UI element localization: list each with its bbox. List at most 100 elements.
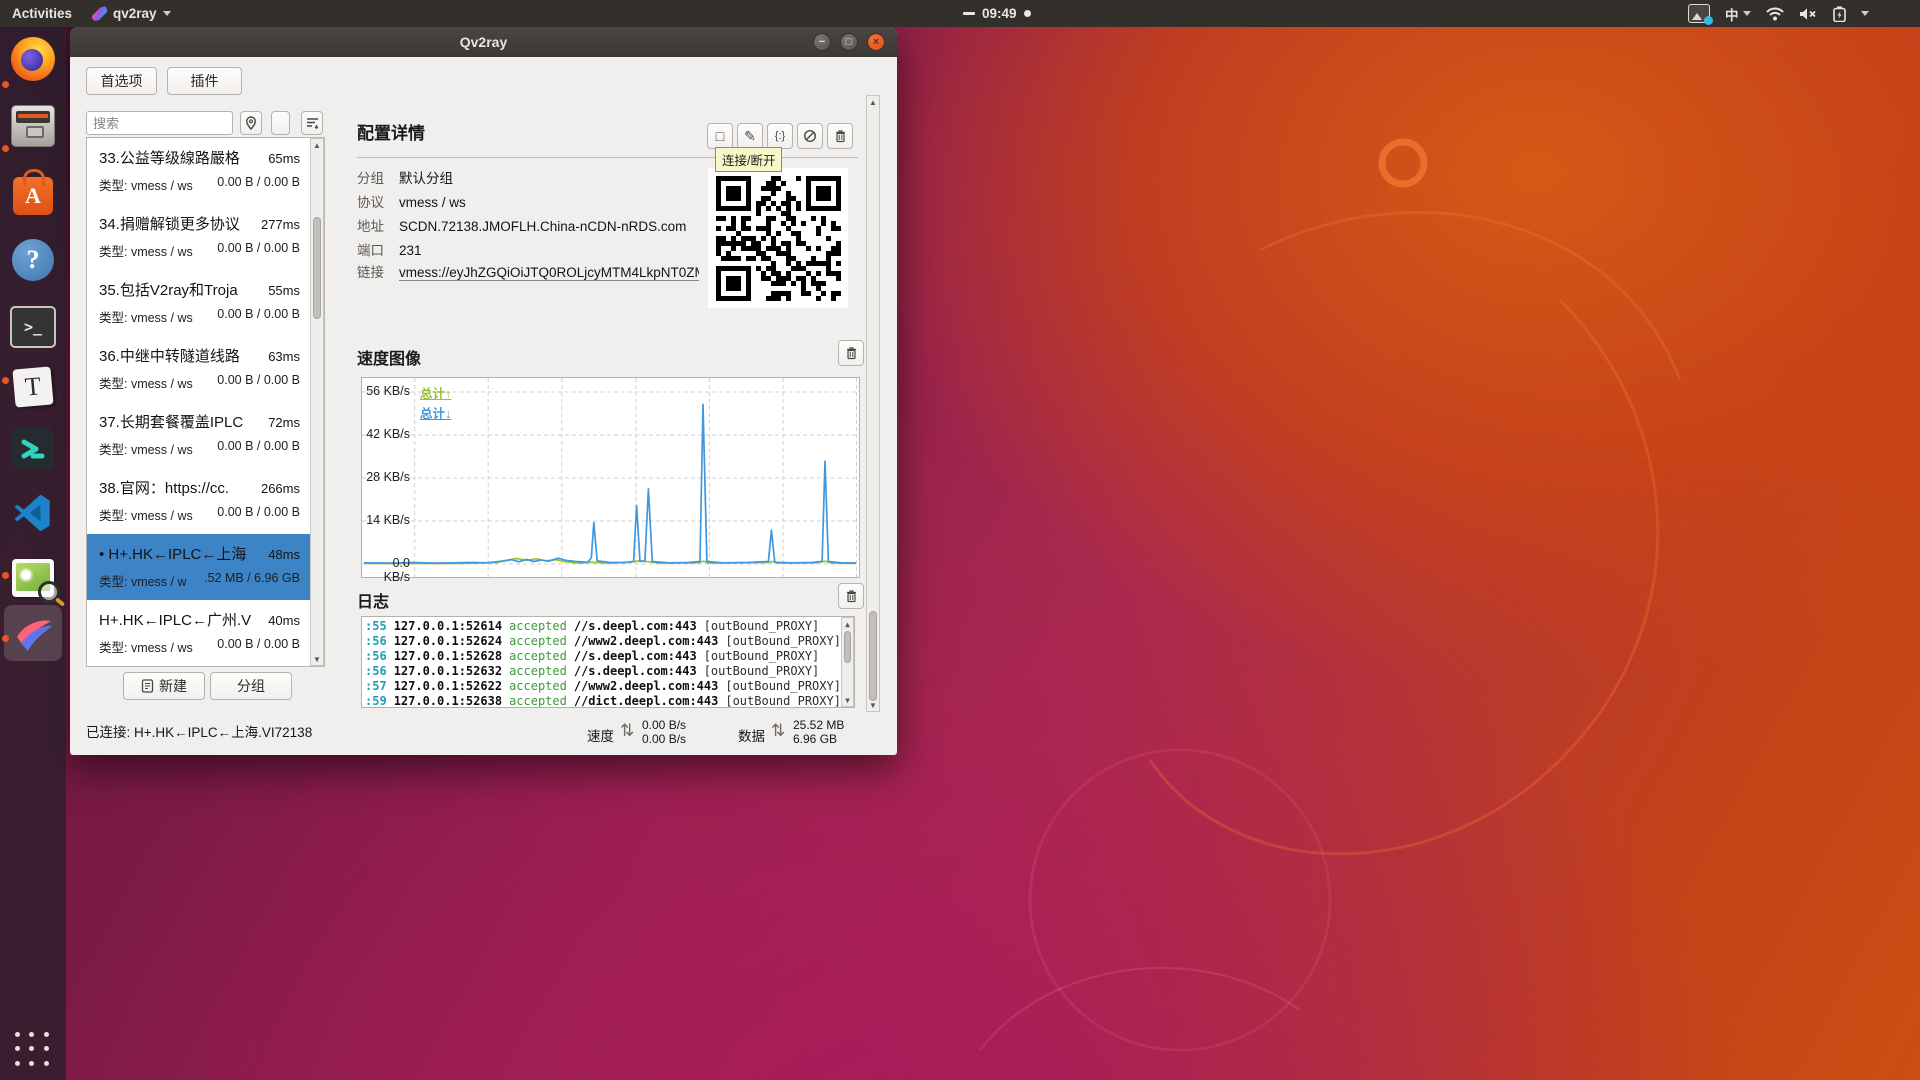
qv2ray-icon [11,611,55,655]
log-output: :55127.0.0.1:52614accepted//s.deepl.com:… [361,616,855,708]
data-values: 25.52 MB 6.96 GB [793,718,844,746]
minimize-button[interactable]: − [813,33,831,51]
dock-item-terminal[interactable]: >_ [9,303,57,351]
plugins-button[interactable]: 插件 [167,67,242,95]
blank-toggle-button[interactable] [271,111,290,135]
dock-item-text-editor[interactable]: T [9,363,57,411]
system-top-bar: Activities qv2ray 09:49 中 [0,0,1920,27]
y-tick: 56 KB/s [364,384,410,398]
dock-item-help[interactable]: ? [9,236,57,284]
scroll-up-arrow-icon[interactable]: ▲ [311,139,323,151]
log-line: :56127.0.0.1:52624accepted//www2.deepl.c… [365,634,854,649]
y-tick: 14 KB/s [364,513,410,527]
system-menu-chevron-icon[interactable] [1861,11,1869,16]
running-indicator [2,377,9,384]
dock-item-ubuntu-software[interactable]: A [9,169,57,217]
log-line: :55127.0.0.1:52614accepted//s.deepl.com:… [365,619,854,634]
circle-slash-icon [803,129,817,143]
show-applications-button[interactable] [15,1032,51,1068]
log-section-title: 日志 [357,588,389,612]
server-list-item-clipped[interactable]: H+.HK←IPLC←上海 [87,666,324,667]
connect-disconnect-button[interactable]: □ [707,123,733,149]
clear-graph-button[interactable] [838,340,864,366]
trash-icon [845,589,858,603]
server-list-item[interactable]: 33.公益等级線路嚴格65ms 类型: vmess / ws0.00 B / 0… [87,138,324,204]
dock-item-image-viewer[interactable] [9,554,57,602]
speed-section-title: 速度图像 [357,345,421,369]
server-list-item[interactable]: 35.包括V2ray和Troja55ms 类型: vmess / ws0.00 … [87,270,324,336]
wifi-icon[interactable] [1766,7,1784,21]
connect-tooltip: 连接/断开 [715,147,782,172]
delete-config-button[interactable] [827,123,853,149]
group-button[interactable]: 分组 [210,672,292,700]
field-group: 分组默认分组 [357,167,697,187]
activities-button[interactable]: Activities [12,6,72,21]
y-tick: 42 KB/s [364,427,410,441]
server-list-scrollbar[interactable]: ▲ ▼ [310,138,324,666]
sort-button[interactable] [301,111,323,135]
updown-arrows-icon: ⇅ [620,721,634,741]
window-titlebar[interactable]: Qv2ray − □ × [70,27,897,57]
window-scrollbar[interactable]: ▲ ▼ [866,95,880,712]
log-line: :56127.0.0.1:52628accepted//s.deepl.com:… [365,649,854,664]
screenshot-tool-icon[interactable] [1688,4,1710,23]
battery-charging-icon[interactable] [1833,6,1846,22]
chevron-down-icon [1743,11,1751,16]
scroll-down-arrow-icon[interactable]: ▼ [867,699,879,711]
legend-total-down[interactable]: 总计↓ [420,403,451,422]
y-tick: 28 KB/s [364,470,410,484]
dock-item-teal-terminal[interactable] [9,425,57,473]
scroll-down-arrow-icon[interactable]: ▼ [311,653,323,665]
log-line: :57127.0.0.1:52622accepted//www2.deepl.c… [365,679,854,694]
dock-item-qv2ray[interactable] [9,609,57,657]
close-button[interactable]: × [867,33,885,51]
window-title: Qv2ray [460,34,507,50]
chevron-down-icon [163,11,171,16]
search-input[interactable] [86,111,233,135]
latency-test-button[interactable] [797,123,823,149]
server-list-item[interactable]: 37.长期套餐覆盖IPLC72ms 类型: vmess / ws0.00 B /… [87,402,324,468]
server-list-item[interactable]: 38.官网：https://cc.266ms 类型: vmess / ws0.0… [87,468,324,534]
running-indicator [2,145,9,152]
clear-log-button[interactable] [838,583,864,609]
app-menu-label: qv2ray [113,6,157,21]
preferences-button[interactable]: 首选项 [86,67,157,95]
input-method-label: 中 [1725,4,1739,24]
log-line: :59127.0.0.1:52638accepted//dict.deepl.c… [365,694,854,708]
scroll-up-arrow-icon[interactable]: ▲ [867,96,879,108]
scroll-up-arrow-icon[interactable]: ▲ [842,618,853,630]
new-config-button[interactable]: 新建 [123,672,205,700]
input-method-indicator[interactable]: 中 [1725,4,1751,24]
server-list-item[interactable]: 36.中继中转隧道线路63ms 类型: vmess / ws0.00 B / 0… [87,336,324,402]
vscode-icon [11,491,55,535]
server-list-item[interactable]: H+.HK←IPLC←广州.V40ms 类型: vmess / ws0.00 B… [87,600,324,666]
updown-arrows-icon: ⇅ [771,721,785,741]
json-braces-icon: {:} [775,130,785,142]
field-address: 地址SCDN.72138.JMOFLH.China-nCDN-nRDS.com [357,215,697,235]
server-list-item[interactable]: 34.捐赠解锁更多协议277ms 类型: vmess / ws0.00 B / … [87,204,324,270]
dock-item-firefox[interactable] [9,35,57,83]
legend-total-up[interactable]: 总计↑ [420,383,451,402]
scrollbar-thumb[interactable] [869,611,877,701]
log-line: :56127.0.0.1:52632accepted//s.deepl.com:… [365,664,854,679]
location-pin-button[interactable] [240,111,262,135]
trash-icon [845,346,858,360]
field-share-link[interactable]: 链接vmess://eyJhZGQiOiJTQ0ROLjcyMTM4LkpNT0… [357,261,702,281]
running-indicator [2,635,9,642]
log-scrollbar[interactable]: ▲ ▼ [841,617,854,707]
data-label: 数据 [738,725,765,745]
dock-item-vscode[interactable] [9,489,57,537]
scroll-down-arrow-icon[interactable]: ▼ [842,694,853,706]
image-viewer-icon [12,559,54,597]
maximize-button[interactable]: □ [840,33,858,51]
server-list-item-selected[interactable]: • H+.HK←IPLC←上海48ms 类型: vmess / w.52 MB … [87,534,324,600]
edit-json-button[interactable]: {:} [767,123,793,149]
volume-muted-icon[interactable] [1799,7,1818,21]
clock-area[interactable]: 09:49 [963,0,1031,27]
edit-config-button[interactable]: ✎ [737,123,763,149]
y-tick: 0.0 KB/s [364,556,410,584]
scrollbar-thumb[interactable] [844,631,851,663]
app-menu[interactable]: qv2ray [92,6,171,21]
dock-item-file-cabinet[interactable] [9,102,57,150]
scrollbar-thumb[interactable] [313,217,321,319]
